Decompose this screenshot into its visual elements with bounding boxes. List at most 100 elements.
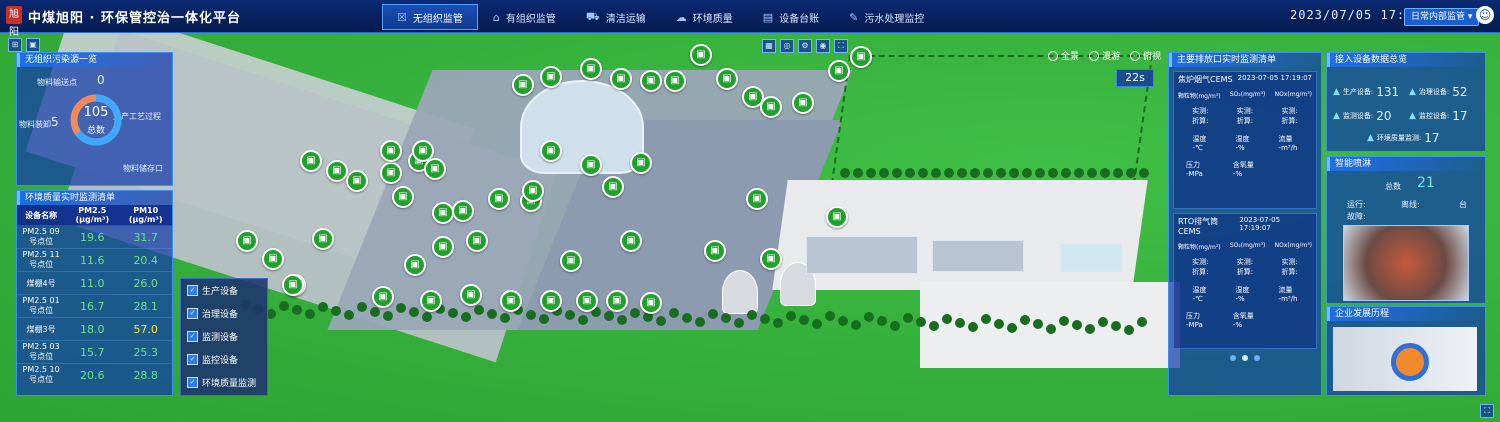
mode-select[interactable]: 日常内部监管 ▾ bbox=[1404, 8, 1480, 26]
table-row[interactable]: PM2.5 10号点位 20.6 28.8 bbox=[17, 363, 172, 386]
checkbox-icon[interactable]: ✓ bbox=[187, 354, 198, 365]
device-marker-icon[interactable]: ▣ bbox=[460, 284, 482, 306]
device-marker-icon[interactable]: ▣ bbox=[760, 248, 782, 270]
tab-wastewater[interactable]: ✎ 污水处理监控 bbox=[834, 4, 939, 30]
tab-equipment-ledger[interactable]: ▤ 设备台账 bbox=[748, 4, 834, 30]
layer-toggle-monitoring[interactable]: ✓ 监测设备 bbox=[181, 325, 267, 348]
device-marker-icon[interactable]: ▣ bbox=[576, 290, 598, 312]
device-marker-icon[interactable]: ▣ bbox=[312, 228, 334, 250]
tab-clean-transport[interactable]: ⛟ 清洁运输 bbox=[571, 4, 661, 30]
fullscreen-icon[interactable]: ⛶ bbox=[1480, 404, 1494, 418]
device-marker-icon[interactable]: ▣ bbox=[690, 44, 712, 66]
camera-feed[interactable] bbox=[1343, 225, 1469, 301]
view-option-top[interactable]: 俯视 bbox=[1130, 49, 1161, 62]
layer-toggle-env-monitor[interactable]: ✓ 环境质量监测 bbox=[181, 371, 267, 394]
device-marker-icon[interactable]: ▣ bbox=[452, 200, 474, 222]
device-marker-icon[interactable]: ▣ bbox=[488, 188, 510, 210]
table-row[interactable]: PM2.5 11号点位 11.6 20.4 bbox=[17, 248, 172, 272]
table-row[interactable]: 煤棚4号 11.0 26.0 bbox=[17, 271, 172, 295]
device-marker-icon[interactable]: ▣ bbox=[620, 230, 642, 252]
panel-title: 智能喷淋 bbox=[1327, 157, 1485, 171]
device-marker-icon[interactable]: ▣ bbox=[630, 152, 652, 174]
tab-unorganized[interactable]: ☒ 无组织监管 bbox=[382, 4, 478, 30]
layer-toggle-production[interactable]: ✓ 生产设备 bbox=[181, 279, 267, 302]
device-marker-icon[interactable]: ▣ bbox=[404, 254, 426, 276]
history-graphic[interactable] bbox=[1333, 327, 1477, 391]
tree bbox=[864, 312, 874, 322]
device-marker-icon[interactable]: ▣ bbox=[392, 186, 414, 208]
fullscreen-icon[interactable]: ⛶ bbox=[834, 39, 848, 53]
collapse-icon[interactable]: ▣ bbox=[26, 38, 40, 52]
device-marker-icon[interactable]: ▣ bbox=[580, 58, 602, 80]
device-marker-icon[interactable]: ▣ bbox=[500, 290, 522, 312]
device-marker-icon[interactable]: ▣ bbox=[236, 230, 258, 252]
device-marker-icon[interactable]: ▣ bbox=[540, 140, 562, 162]
device-marker-icon[interactable]: ▣ bbox=[716, 68, 738, 90]
pager-dot[interactable] bbox=[1242, 355, 1248, 361]
device-marker-icon[interactable]: ▣ bbox=[602, 176, 624, 198]
layers-icon[interactable]: ▦ bbox=[762, 39, 776, 53]
device-marker-icon[interactable]: ▣ bbox=[420, 290, 442, 312]
checkbox-icon[interactable]: ✓ bbox=[187, 308, 198, 319]
radio-icon[interactable] bbox=[1048, 50, 1058, 61]
device-marker-icon[interactable]: ▣ bbox=[326, 160, 348, 182]
layer-toggle-treatment[interactable]: ✓ 治理设备 bbox=[181, 302, 267, 325]
target-icon[interactable]: ◎ bbox=[780, 39, 794, 53]
device-marker-icon[interactable]: ▣ bbox=[380, 162, 402, 184]
device-marker-icon[interactable]: ▣ bbox=[540, 290, 562, 312]
device-marker-icon[interactable]: ▣ bbox=[262, 248, 284, 270]
device-marker-icon[interactable]: ▣ bbox=[432, 236, 454, 258]
layer-toggle-surveillance[interactable]: ✓ 监控设备 bbox=[181, 348, 267, 371]
table-row[interactable]: PM2.5 01号点位 16.7 28.1 bbox=[17, 294, 172, 318]
camera-icon[interactable]: ◉ bbox=[816, 39, 830, 53]
device-marker-icon[interactable]: ▣ bbox=[512, 74, 534, 96]
tab-organized[interactable]: ⌂ 有组织监管 bbox=[478, 4, 571, 30]
radio-icon[interactable] bbox=[1089, 50, 1100, 61]
device-marker-icon[interactable]: ▣ bbox=[850, 46, 872, 68]
device-marker-icon[interactable]: ▣ bbox=[522, 180, 544, 202]
device-marker-icon[interactable]: ▣ bbox=[380, 140, 402, 162]
view-option-roam[interactable]: 漫游 bbox=[1089, 49, 1120, 62]
checkbox-icon[interactable]: ✓ bbox=[187, 331, 198, 342]
device-marker-icon[interactable]: ▣ bbox=[610, 68, 632, 90]
device-marker-icon[interactable]: ▣ bbox=[606, 290, 628, 312]
expand-icon[interactable]: ⊞ bbox=[8, 38, 22, 52]
device-marker-icon[interactable]: ▣ bbox=[540, 66, 562, 88]
table-row[interactable]: 煤棚3号 18.0 57.0 bbox=[17, 317, 172, 341]
device-marker-icon[interactable]: ▣ bbox=[372, 286, 394, 308]
tree bbox=[983, 168, 993, 178]
device-marker-icon[interactable]: ▣ bbox=[424, 158, 446, 180]
device-marker-icon[interactable]: ▣ bbox=[560, 250, 582, 272]
radio-icon[interactable] bbox=[1130, 50, 1141, 61]
view-option-panorama[interactable]: 全景 bbox=[1048, 49, 1079, 62]
device-marker-icon[interactable]: ▣ bbox=[640, 292, 662, 314]
device-marker-icon[interactable]: ▣ bbox=[466, 230, 488, 252]
checkbox-icon[interactable]: ✓ bbox=[187, 285, 198, 296]
pager-dot[interactable] bbox=[1254, 355, 1260, 361]
device-marker-icon[interactable]: ▣ bbox=[300, 150, 322, 172]
tree bbox=[331, 305, 341, 316]
device-marker-icon[interactable]: ▣ bbox=[704, 240, 726, 262]
cems-card[interactable]: 焦炉烟气CEMS 2023-07-05 17:19:07 颗粒物(mg/m³) S… bbox=[1173, 71, 1317, 209]
device-marker-icon[interactable]: ▣ bbox=[826, 206, 848, 228]
settings-icon[interactable]: ⚙ bbox=[798, 39, 812, 53]
device-marker-icon[interactable]: ▣ bbox=[282, 274, 304, 296]
device-marker-icon[interactable]: ▣ bbox=[346, 170, 368, 192]
device-marker-icon[interactable]: ▣ bbox=[640, 70, 662, 92]
checkbox-icon[interactable]: ✓ bbox=[187, 377, 198, 388]
table-row[interactable]: PM2.5 03号点位 15.7 25.3 bbox=[17, 340, 172, 364]
device-marker-icon[interactable]: ▣ bbox=[828, 60, 850, 82]
user-icon[interactable]: ☺ bbox=[1476, 6, 1494, 24]
pager-dot[interactable] bbox=[1230, 355, 1236, 361]
device-marker-icon[interactable]: ▣ bbox=[760, 96, 782, 118]
device-marker-icon[interactable]: ▣ bbox=[746, 188, 768, 210]
device-marker-icon[interactable]: ▣ bbox=[580, 154, 602, 176]
device-stat-label: 监控设备: bbox=[1418, 112, 1450, 120]
cems-card[interactable]: RTO排气筒CEMS 2023-07-05 17:19:07 颗粒物(mg/m³… bbox=[1173, 213, 1317, 349]
device-marker-icon[interactable]: ▣ bbox=[432, 202, 454, 224]
device-marker-icon[interactable]: ▣ bbox=[664, 70, 686, 92]
tab-env-quality[interactable]: ☁ 环境质量 bbox=[661, 4, 748, 30]
table-row[interactable]: PM2.5 09号点位 19.6 31.7 bbox=[17, 225, 172, 249]
device-marker-icon[interactable]: ▣ bbox=[792, 92, 814, 114]
panel-title: 无组织污染源一览 bbox=[17, 53, 172, 67]
